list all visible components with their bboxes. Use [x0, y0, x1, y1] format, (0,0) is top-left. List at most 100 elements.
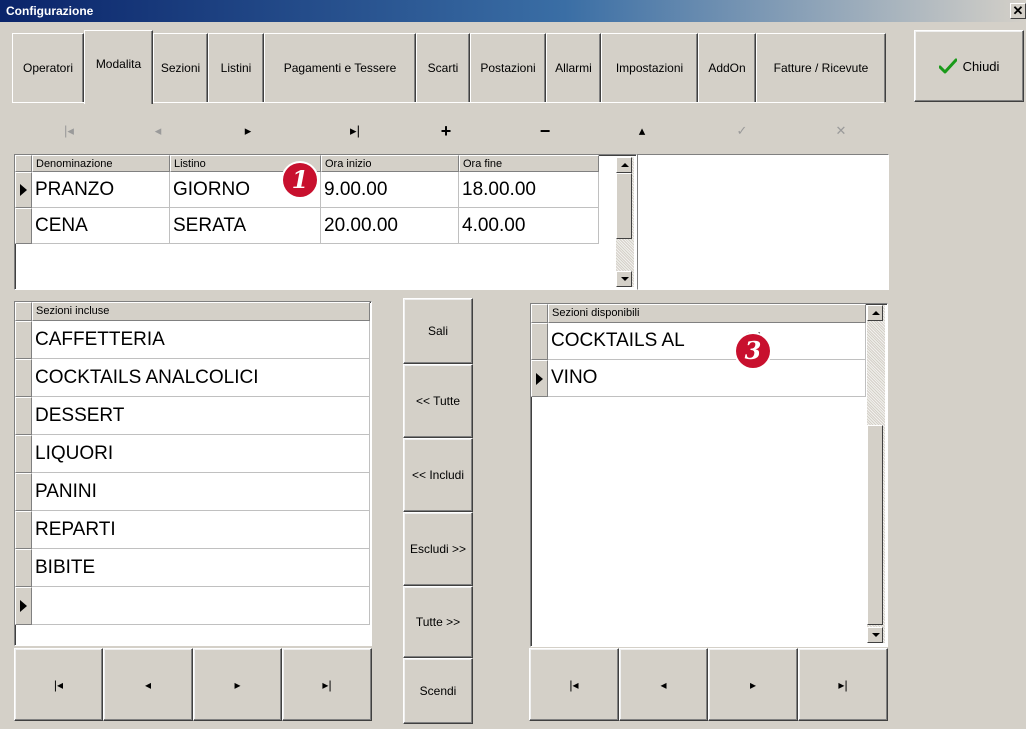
list-item[interactable]: BIBITE: [32, 549, 370, 587]
current-row-arrow-icon: [20, 600, 27, 612]
tab-label: Fatture / Ricevute: [773, 61, 869, 75]
tab-label: Scarti: [427, 61, 459, 75]
list-item[interactable]: COCKTAILS ANALCOLICI: [32, 359, 370, 397]
included-nav-next-button[interactable]: ▸: [193, 648, 282, 721]
cell-ora-fine[interactable]: 4.00.00: [459, 208, 599, 244]
col-header-denominazione[interactable]: Denominazione: [32, 155, 170, 172]
col-header-sezioni-incluse[interactable]: Sezioni incluse: [32, 302, 370, 321]
row-indicator: [15, 435, 32, 473]
row-indicator: [15, 549, 32, 587]
grid-corner: [15, 302, 32, 321]
tab-label: Sezioni: [160, 61, 201, 75]
nav-next-button[interactable]: ▸: [233, 118, 263, 144]
tab-impostazioni[interactable]: Impostazioni: [601, 33, 698, 102]
current-row-arrow-icon: [20, 184, 27, 196]
nav-cancel-button[interactable]: ✕: [826, 118, 856, 144]
tab-allarmi[interactable]: Allarmi: [546, 33, 601, 102]
available-nav-next-button[interactable]: ▸: [708, 648, 798, 721]
cell-listino[interactable]: SERATA: [170, 208, 321, 244]
scroll-thumb[interactable]: [867, 425, 883, 625]
tab-label: Pagamenti e Tessere: [283, 61, 397, 75]
available-grid-scrollbar[interactable]: [867, 305, 885, 643]
available-sections-grid[interactable]: Sezioni disponibili COCKTAILS ALCI VINO: [530, 303, 888, 647]
chiudi-button[interactable]: Chiudi: [914, 30, 1024, 102]
tab-scarti[interactable]: Scarti: [416, 33, 470, 102]
list-item[interactable]: CAFFETTERIA: [32, 321, 370, 359]
check-icon: [938, 58, 957, 74]
modes-grid-scrollbar[interactable]: [616, 157, 634, 287]
list-item[interactable]: VINO: [548, 360, 866, 397]
list-item[interactable]: COCKTAILS ALCI: [548, 323, 866, 360]
grid-corner: [15, 155, 32, 172]
included-nav-first-button[interactable]: |◂: [14, 648, 103, 721]
includi-button[interactable]: << Includi: [403, 438, 473, 512]
col-header-ora-inizio[interactable]: Ora inizio: [321, 155, 459, 172]
tab-label: Operatori: [22, 61, 74, 75]
nav-edit-button[interactable]: ▴: [627, 118, 657, 144]
scroll-down-icon: [872, 633, 880, 637]
tutte-right-button[interactable]: Tutte >>: [403, 586, 473, 658]
row-indicator: [15, 397, 32, 435]
tab-label: Modalita: [95, 57, 142, 71]
cell-ora-inizio[interactable]: 9.00.00: [321, 172, 459, 208]
available-nav-last-button[interactable]: ▸|: [798, 648, 888, 721]
tab-label: Impostazioni: [615, 61, 684, 75]
cell-denominazione[interactable]: CENA: [32, 208, 170, 244]
scroll-up-icon: [872, 311, 880, 315]
available-nav-first-button[interactable]: |◂: [529, 648, 619, 721]
col-header-sezioni-disponibili[interactable]: Sezioni disponibili: [548, 304, 866, 323]
tab-label: Listini: [220, 61, 252, 75]
scroll-thumb[interactable]: [616, 173, 632, 239]
nav-last-button[interactable]: ▸|: [340, 118, 370, 144]
scroll-up-button[interactable]: [867, 305, 883, 321]
nav-prior-button[interactable]: ◂: [143, 118, 173, 144]
chiudi-label: Chiudi: [962, 58, 1000, 74]
list-item-label: COCKTAILS AL: [551, 330, 685, 351]
tab-label: AddOn: [708, 61, 746, 75]
list-item[interactable]: LIQUORI: [32, 435, 370, 473]
grid-corner: [531, 304, 548, 323]
row-indicator: [15, 511, 32, 549]
tab-label: Postazioni: [480, 61, 536, 75]
list-item[interactable]: PANINI: [32, 473, 370, 511]
available-nav-prior-button[interactable]: ◂: [619, 648, 708, 721]
nav-first-button[interactable]: |◂: [54, 118, 84, 144]
window-title: Configurazione: [6, 4, 94, 18]
scroll-down-button[interactable]: [867, 627, 883, 643]
cell-denominazione[interactable]: PRANZO: [32, 172, 170, 208]
tutte-left-button[interactable]: << Tutte: [403, 364, 473, 438]
nav-insert-button[interactable]: +: [431, 118, 461, 144]
row-indicator: [15, 587, 32, 625]
scroll-down-button[interactable]: [616, 271, 632, 287]
row-indicator: [15, 321, 32, 359]
close-icon: ✕: [1012, 3, 1024, 18]
cell-ora-inizio[interactable]: 20.00.00: [321, 208, 459, 244]
escludi-button[interactable]: Escludi >>: [403, 512, 473, 586]
cell-ora-fine[interactable]: 18.00.00: [459, 172, 599, 208]
tab-listini[interactable]: Listini: [208, 33, 264, 102]
window-close-button[interactable]: ✕: [1010, 3, 1026, 19]
included-nav-prior-button[interactable]: ◂: [103, 648, 193, 721]
scroll-up-icon: [621, 163, 629, 167]
annotation-badge-3: 3: [736, 334, 770, 368]
tab-modalita[interactable]: Modalita: [84, 30, 153, 104]
sali-button[interactable]: Sali: [403, 298, 473, 364]
included-nav-last-button[interactable]: ▸|: [282, 648, 372, 721]
col-header-ora-fine[interactable]: Ora fine: [459, 155, 599, 172]
tab-fatture-ricevute[interactable]: Fatture / Ricevute: [756, 33, 886, 102]
tab-operatori[interactable]: Operatori: [12, 33, 84, 102]
list-item[interactable]: [32, 587, 370, 625]
tab-pagamenti-e-tessere[interactable]: Pagamenti e Tessere: [264, 33, 416, 102]
tab-addon[interactable]: AddOn: [698, 33, 756, 102]
nav-delete-button[interactable]: −: [530, 118, 560, 144]
included-sections-grid[interactable]: Sezioni incluse CAFFETTERIA COCKTAILS ANA…: [14, 301, 372, 646]
list-item[interactable]: REPARTI: [32, 511, 370, 549]
scroll-up-button[interactable]: [616, 157, 632, 173]
row-indicator: [15, 473, 32, 511]
tab-postazioni[interactable]: Postazioni: [470, 33, 546, 102]
scendi-button[interactable]: Scendi: [403, 658, 473, 724]
list-item[interactable]: DESSERT: [32, 397, 370, 435]
nav-post-button[interactable]: ✓: [727, 118, 757, 144]
modes-grid[interactable]: Denominazione Listino Ora inizio Ora fin…: [14, 154, 637, 290]
tab-sezioni[interactable]: Sezioni: [153, 33, 208, 102]
